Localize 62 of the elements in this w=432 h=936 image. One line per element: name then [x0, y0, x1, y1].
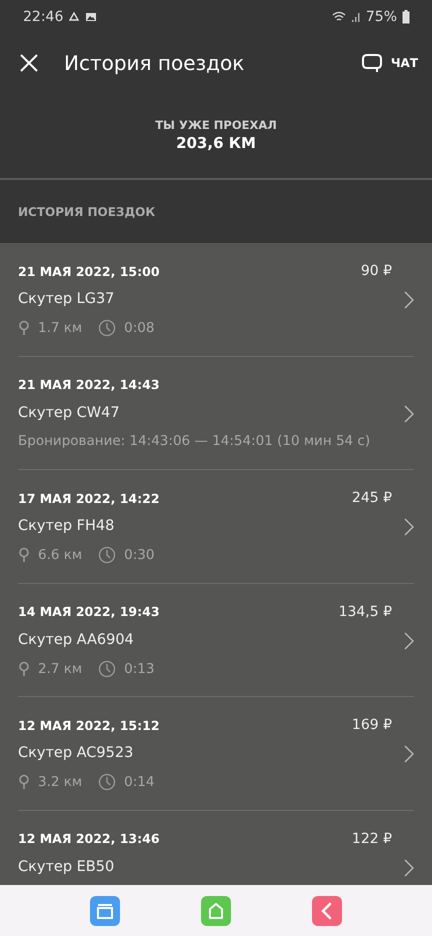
trip-distance: 3.2 км — [38, 774, 82, 790]
vehicle-name: Скутер AC9523 — [18, 745, 134, 761]
trip-distance: 1.7 км — [38, 320, 82, 336]
close-button[interactable] — [18, 52, 40, 74]
clock-icon — [98, 319, 116, 337]
pin-icon — [18, 660, 30, 676]
trip-item[interactable]: 21 МАЯ 2022, 14:43 Скутер CW47 Бронирование: 14:43:06 — 14:54:01 (10 мин 54 с) — [18, 356, 414, 470]
pin-icon — [18, 320, 30, 336]
trip-item[interactable]: 21 МАЯ 2022, 15:00 90 ₽ Скутер LG37 1.7 км 0:08 — [18, 243, 414, 356]
recent-apps-button[interactable] — [90, 896, 120, 926]
total-distance: 203,6 КМ — [176, 134, 256, 152]
trip-distance: 2.7 км — [38, 660, 82, 676]
chevron-icon — [404, 404, 414, 422]
trip-duration: 0:08 — [124, 320, 154, 336]
status-time: 22:46 — [23, 9, 64, 25]
chat-bubble-icon — [360, 52, 383, 74]
notification-icon — [68, 11, 80, 23]
vehicle-name: Скутер FH48 — [18, 518, 114, 534]
trip-distance: 6.6 км — [38, 547, 82, 563]
wifi-icon — [332, 11, 346, 23]
clock-icon — [98, 660, 116, 678]
chevron-icon — [404, 518, 414, 536]
trip-duration: 0:14 — [124, 774, 154, 790]
chevron-icon — [404, 745, 414, 763]
trip-price: 169 ₽ — [352, 717, 392, 733]
trip-duration: 0:30 — [124, 547, 154, 563]
home-button[interactable] — [200, 896, 231, 926]
trip-item[interactable]: 14 МАЯ 2022, 19:43 134,5 ₽ Скутер AA6904 2.7 км 0:13 — [18, 584, 414, 697]
chevron-icon — [404, 291, 414, 309]
vehicle-name: Скутер AA6904 — [18, 632, 134, 648]
booking-time: Бронирование: 14:43:06 — 14:54:01 (10 мин 54 с) — [18, 432, 370, 448]
trip-price: 122 ₽ — [352, 830, 392, 846]
vehicle-name: Скутер LG37 — [18, 291, 114, 307]
trip-date: 12 МАЯ 2022, 13:46 — [18, 831, 161, 846]
trip-price: 245 ₽ — [352, 490, 392, 506]
image-icon — [85, 11, 98, 23]
clock-icon — [98, 773, 116, 791]
chat-button[interactable]: ЧАТ — [360, 52, 418, 74]
signal-icon — [350, 11, 361, 23]
battery-icon — [402, 10, 410, 24]
chevron-icon — [404, 858, 414, 876]
trip-price: 90 ₽ — [360, 263, 392, 279]
screen-title: История поездок — [64, 51, 246, 75]
trip-item[interactable]: 12 МАЯ 2022, 15:12 169 ₽ Скутер AC9523 3.2 км 0:14 — [18, 697, 414, 810]
trip-date: 17 МАЯ 2022, 14:22 — [18, 490, 161, 506]
trip-date: 14 МАЯ 2022, 19:43 — [18, 604, 161, 619]
trip-duration: 0:13 — [124, 660, 154, 676]
pin-icon — [18, 547, 30, 563]
chevron-icon — [404, 632, 414, 650]
trip-date: 21 МАЯ 2022, 14:43 — [18, 377, 161, 392]
pin-icon — [18, 774, 30, 790]
vehicle-name: Скутер CW47 — [18, 404, 120, 420]
distance-label: ТЫ УЖЕ ПРОЕХАЛ — [155, 118, 277, 132]
clock-icon — [98, 546, 116, 564]
back-button[interactable] — [312, 896, 342, 926]
trip-date: 21 МАЯ 2022, 15:00 — [18, 264, 161, 278]
trip-item[interactable]: 17 МАЯ 2022, 14:22 245 ₽ Скутер FH48 6.6 км 0:30 — [18, 470, 414, 584]
battery-percent: 75% — [366, 9, 397, 25]
vehicle-name: Скутер EB50 — [18, 858, 114, 874]
trip-price: 134,5 ₽ — [338, 604, 392, 620]
trip-date: 12 МАЯ 2022, 15:12 — [18, 718, 161, 732]
section-title: ИСТОРИЯ ПОЕЗДОК — [18, 204, 156, 218]
